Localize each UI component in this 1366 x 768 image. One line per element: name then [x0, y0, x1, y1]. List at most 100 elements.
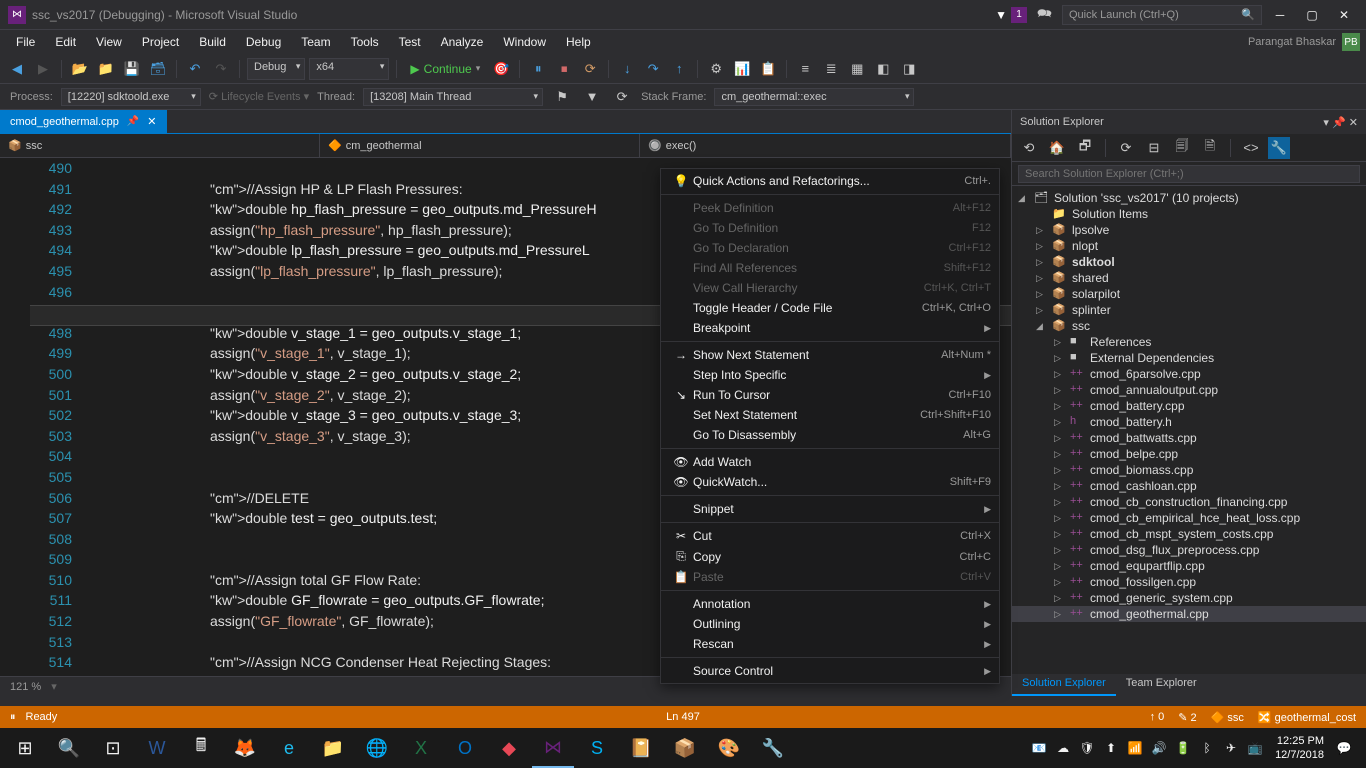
platform-combo[interactable]: x64 [309, 58, 389, 80]
tray-icon[interactable]: 📶 [1125, 738, 1145, 758]
word-icon[interactable]: W [136, 728, 178, 768]
tree-item[interactable]: ▷++cmod_cb_mspt_system_costs.cpp [1012, 526, 1366, 542]
redo-icon[interactable]: ↷ [210, 58, 232, 80]
tree-item[interactable]: ▷++cmod_6parsolve.cpp [1012, 366, 1366, 382]
firefox-icon[interactable]: 🦊 [224, 728, 266, 768]
tree-item[interactable]: ▷++cmod_generic_system.cpp [1012, 590, 1366, 606]
menu-test[interactable]: Test [389, 32, 431, 52]
ctx-annotation[interactable]: Annotation▶ [661, 594, 999, 614]
tree-item[interactable]: ▷++cmod_fossilgen.cpp [1012, 574, 1366, 590]
thread-combo[interactable]: [13208] Main Thread [363, 88, 543, 106]
bluetooth-icon[interactable]: ᛒ [1197, 738, 1217, 758]
restart-icon[interactable]: ⟳ [579, 58, 601, 80]
thread-icon[interactable]: ⚑ [551, 86, 573, 108]
document-tab[interactable]: cmod_geothermal.cpp 📌 ✕ [0, 110, 167, 133]
minimize-button[interactable]: ─ [1266, 5, 1294, 25]
user-name[interactable]: Parangat Bhaskar [1248, 36, 1336, 48]
tray-icon[interactable]: ☁ [1053, 738, 1073, 758]
notification-flag-icon[interactable]: ▼ [995, 8, 1007, 22]
step-over-icon[interactable]: ↷ [642, 58, 664, 80]
menu-project[interactable]: Project [132, 32, 189, 52]
menu-analyze[interactable]: Analyze [431, 32, 494, 52]
tree-item[interactable]: ▷++cmod_belpe.cpp [1012, 446, 1366, 462]
menu-debug[interactable]: Debug [236, 32, 291, 52]
tree-item[interactable]: 📁Solution Items [1012, 206, 1366, 222]
ctx-show-next-statement[interactable]: →Show Next StatementAlt+Num * [661, 345, 999, 365]
pin-icon[interactable]: 📌 [1332, 117, 1346, 129]
sync-icon[interactable]: 🗗 [1074, 137, 1096, 159]
save-icon[interactable]: 💾 [121, 58, 143, 80]
system-clock[interactable]: 12:25 PM 12/7/2018 [1269, 734, 1330, 762]
tree-item[interactable]: ▷++cmod_battery.cpp [1012, 398, 1366, 414]
toolbar-icon[interactable]: ≡ [794, 58, 816, 80]
zoom-level[interactable]: 121 % [10, 681, 41, 693]
menu-tools[interactable]: Tools [341, 32, 389, 52]
tree-item[interactable]: ▷📦sdktool [1012, 254, 1366, 270]
ctx-run-to-cursor[interactable]: ↘Run To CursorCtrl+F10 [661, 385, 999, 405]
solution-tree[interactable]: ◢🗂Solution 'ssc_vs2017' (10 projects)📁So… [1012, 186, 1366, 674]
toolbar-icon[interactable]: ≣ [820, 58, 842, 80]
git-changes[interactable]: ✎ 2 [1178, 711, 1196, 724]
tree-item[interactable]: ▷++cmod_annualoutput.cpp [1012, 382, 1366, 398]
toolbar-icon[interactable]: ▦ [846, 58, 868, 80]
dropdown-icon[interactable]: ▾ [1323, 117, 1329, 129]
open-icon[interactable]: 📁 [95, 58, 117, 80]
app-icon[interactable]: 📦 [664, 728, 706, 768]
git-branch[interactable]: 🔀 geothermal_cost [1258, 711, 1356, 724]
app-icon[interactable]: 📔 [620, 728, 662, 768]
menu-team[interactable]: Team [291, 32, 340, 52]
menu-file[interactable]: File [6, 32, 45, 52]
solution-node[interactable]: ◢🗂Solution 'ssc_vs2017' (10 projects) [1012, 190, 1366, 206]
ctx-copy[interactable]: ⎘CopyCtrl+C [661, 546, 999, 567]
skype-icon[interactable]: S [576, 728, 618, 768]
tree-item[interactable]: ▷++cmod_cashloan.cpp [1012, 478, 1366, 494]
toolbar-icon[interactable]: ◧ [872, 58, 894, 80]
toolbar-icon[interactable]: 📊 [731, 58, 753, 80]
home-icon[interactable]: 🏠 [1046, 137, 1068, 159]
tray-icon[interactable]: 🛡 [1077, 738, 1097, 758]
tray-icon[interactable]: 🔋 [1173, 738, 1193, 758]
nav-fwd-icon[interactable]: ▶ [32, 58, 54, 80]
app-icon[interactable]: 🔧 [752, 728, 794, 768]
scope-combo[interactable]: 📦ssc [0, 134, 320, 157]
app-icon[interactable]: 🎨 [708, 728, 750, 768]
filter-icon[interactable]: ▼ [581, 86, 603, 108]
git-repo[interactable]: 🔶 ssc [1211, 711, 1244, 724]
notification-count[interactable]: 1 [1011, 7, 1027, 23]
tab-team-explorer[interactable]: Team Explorer [1116, 674, 1207, 696]
tree-item[interactable]: ▷++cmod_cb_empirical_hce_heat_loss.cpp [1012, 510, 1366, 526]
tray-icon[interactable]: ✈ [1221, 738, 1241, 758]
tray-icon[interactable]: 📧 [1029, 738, 1049, 758]
explorer-icon[interactable]: 📁 [312, 728, 354, 768]
menu-help[interactable]: Help [556, 32, 601, 52]
process-combo[interactable]: [12220] sdktoold.exe [61, 88, 201, 106]
feedback-icon[interactable]: 🗪 [1037, 4, 1052, 25]
step-into-icon[interactable]: ↓ [616, 58, 638, 80]
tree-item[interactable]: ▷++cmod_cb_construction_financing.cpp [1012, 494, 1366, 510]
maximize-button[interactable]: ▢ [1298, 5, 1326, 25]
ctx-go-to-disassembly[interactable]: Go To DisassemblyAlt+G [661, 425, 999, 445]
pause-icon[interactable]: ⏸ [527, 58, 549, 80]
ctx-rescan[interactable]: Rescan▶ [661, 634, 999, 654]
start-button[interactable]: ⊞ [4, 728, 46, 768]
code-icon[interactable]: <> [1240, 137, 1262, 159]
ie-icon[interactable]: e [268, 728, 310, 768]
task-view-icon[interactable]: ⊡ [92, 728, 134, 768]
config-combo[interactable]: Debug [247, 58, 305, 80]
tree-item[interactable]: ◢📦ssc [1012, 318, 1366, 334]
tree-item[interactable]: ▷📦lpsolve [1012, 222, 1366, 238]
tree-item[interactable]: ▷📦splinter [1012, 302, 1366, 318]
explorer-search-input[interactable] [1018, 165, 1360, 183]
toolbar-icon[interactable]: ◨ [898, 58, 920, 80]
tree-item[interactable]: ▷■External Dependencies [1012, 350, 1366, 366]
tree-item[interactable]: ▷++cmod_biomass.cpp [1012, 462, 1366, 478]
stack-combo[interactable]: cm_geothermal::exec [714, 88, 914, 106]
quick-launch-input[interactable]: Quick Launch (Ctrl+Q)🔍 [1062, 5, 1262, 25]
tree-item[interactable]: ▷hcmod_battery.h [1012, 414, 1366, 430]
toolbar-icon[interactable]: ⚙ [705, 58, 727, 80]
ctx-source-control[interactable]: Source Control▶ [661, 661, 999, 681]
tree-item[interactable]: ▷++cmod_battwatts.cpp [1012, 430, 1366, 446]
wrench-icon[interactable]: 🔧 [1268, 137, 1290, 159]
app-icon[interactable]: ◆ [488, 728, 530, 768]
refresh-icon[interactable]: ⟳ [611, 86, 633, 108]
